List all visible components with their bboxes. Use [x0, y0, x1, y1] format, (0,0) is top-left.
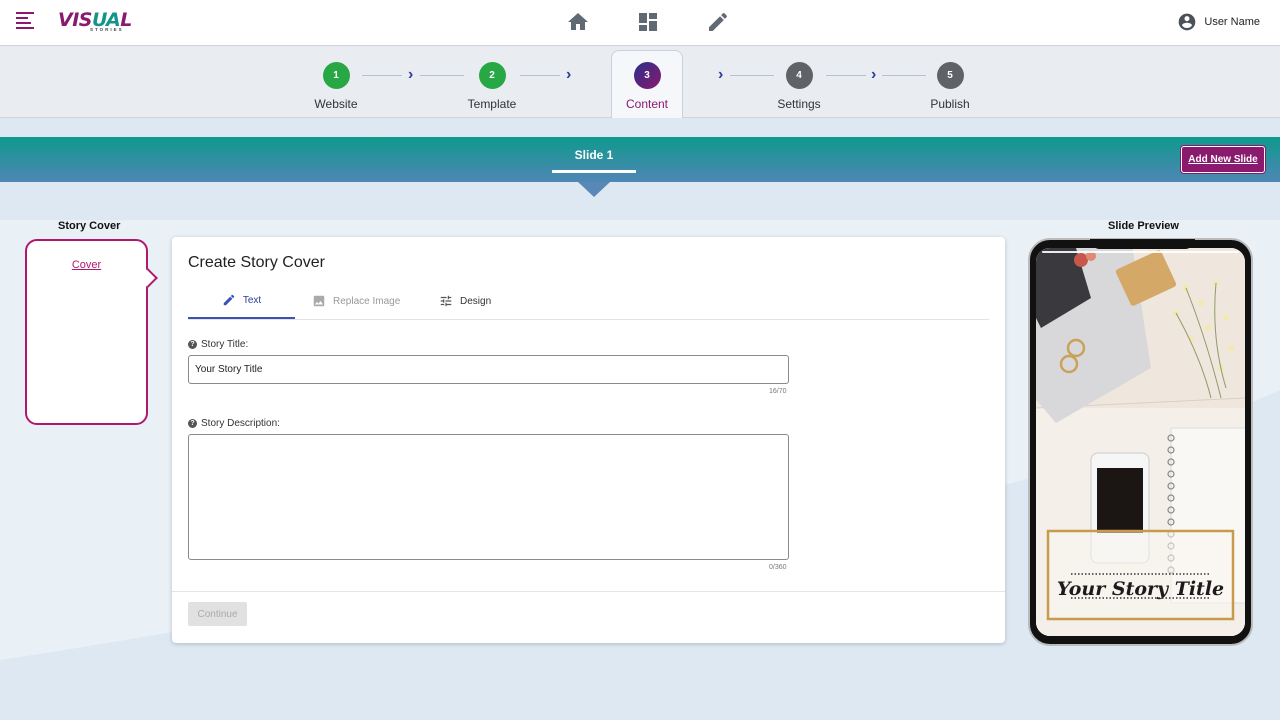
home-icon[interactable]: [566, 10, 590, 34]
edit-icon[interactable]: [706, 10, 730, 34]
step-settings[interactable]: 4 Settings: [759, 62, 839, 111]
story-description-label: ? Story Description:: [188, 418, 280, 429]
story-cover-list: Cover: [25, 239, 158, 425]
image-icon: [313, 295, 325, 307]
account-icon: [1179, 13, 1196, 31]
story-description-input[interactable]: [188, 434, 789, 560]
slide-tab-bar: Slide 1: [0, 137, 1280, 182]
cover-link[interactable]: Cover: [27, 259, 146, 271]
user-menu[interactable]: User Name: [1177, 12, 1260, 32]
slide-pointer: [578, 182, 610, 197]
step-content[interactable]: 3 Content: [607, 62, 687, 111]
top-bar: VISUAL STORIES User Name: [0, 0, 1280, 46]
chevron-right-icon: ›: [871, 66, 877, 83]
tab-label: Design: [460, 295, 492, 307]
phone-preview: Your Story Title: [1028, 238, 1253, 646]
card-divider: [172, 591, 1005, 592]
editor-card: Create Story Cover Text Replace Image De…: [172, 237, 1005, 643]
dashboard-icon[interactable]: [636, 10, 660, 34]
step-number: 3: [633, 62, 661, 89]
pencil-icon: [223, 294, 235, 306]
step-number: 5: [936, 62, 964, 89]
tab-text[interactable]: Text: [188, 283, 295, 319]
main-nav: [566, 10, 730, 34]
add-new-slide-button[interactable]: Add New Slide: [1181, 146, 1265, 173]
chevron-right-icon: ›: [566, 66, 572, 83]
phone-notch: [1090, 239, 1195, 249]
menu-icon[interactable]: [16, 12, 34, 30]
tab-label: Replace Image: [333, 295, 401, 307]
story-title-input[interactable]: [188, 355, 789, 384]
logo-subtitle: STORIES: [90, 27, 124, 32]
editor-title: Create Story Cover: [188, 254, 325, 271]
tab-replace-image[interactable]: Replace Image: [312, 283, 400, 319]
field-label-text: Story Description:: [201, 418, 280, 429]
step-template[interactable]: 2 Template: [452, 62, 532, 111]
field-label-text: Story Title:: [201, 339, 249, 350]
help-icon[interactable]: ?: [188, 340, 197, 349]
step-number: 4: [785, 62, 813, 89]
story-title-label: ? Story Title:: [188, 339, 248, 350]
description-char-counter: 0/360: [769, 564, 787, 571]
step-label: Website: [314, 97, 358, 111]
chevron-right-icon: ›: [408, 66, 414, 83]
sliders-icon: [440, 295, 452, 307]
slide-preview-heading: Slide Preview: [1108, 220, 1179, 232]
user-name: User Name: [1204, 16, 1260, 28]
continue-button[interactable]: Continue: [188, 602, 247, 626]
tab-design[interactable]: Design: [439, 283, 491, 319]
editor-tabs: Text Replace Image Design: [188, 283, 989, 320]
step-number: 2: [478, 62, 506, 89]
story-cover-heading: Story Cover: [58, 220, 121, 232]
title-char-counter: 16/70: [769, 388, 787, 395]
preview-story-title: Your Story Title: [1056, 578, 1225, 600]
step-label: Template: [467, 97, 517, 111]
preview-screen: Your Story Title: [1036, 248, 1245, 636]
step-publish[interactable]: 5 Publish: [910, 62, 990, 111]
step-label: Publish: [930, 97, 970, 111]
step-label: Content: [625, 97, 669, 111]
logo[interactable]: VISUAL STORIES: [58, 9, 134, 35]
step-number: 1: [322, 62, 350, 89]
help-icon[interactable]: ?: [188, 419, 197, 428]
tab-label: Text: [242, 294, 262, 306]
slide-tab-1[interactable]: Slide 1: [552, 137, 636, 173]
chevron-right-icon: ›: [718, 66, 724, 83]
step-website[interactable]: 1 Website: [296, 62, 376, 111]
step-label: Settings: [777, 97, 821, 111]
